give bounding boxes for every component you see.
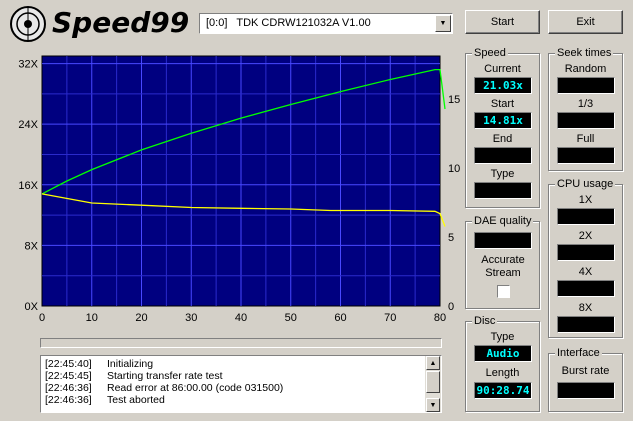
x-tick-label: 80 bbox=[434, 312, 446, 324]
cpu-usage-title: CPU usage bbox=[555, 178, 616, 190]
end-speed-display bbox=[474, 147, 532, 164]
y-left-tick-label: 8X bbox=[25, 240, 39, 252]
y-left-tick-label: 0X bbox=[25, 301, 39, 313]
log-message: Initializing bbox=[107, 358, 154, 370]
interface-group: Interface Burst rate bbox=[548, 347, 623, 412]
progress-bar bbox=[40, 338, 442, 348]
third-seek-label: 1/3 bbox=[577, 98, 594, 110]
dae-quality-display bbox=[474, 232, 532, 249]
log-message: Test aborted bbox=[107, 394, 165, 406]
y-left-tick-label: 24X bbox=[18, 119, 38, 131]
disc-type-display: Audio bbox=[474, 345, 532, 362]
cpu-4x-display bbox=[557, 280, 615, 297]
disc-length-display: 90:28.74 bbox=[474, 382, 532, 399]
disc-length-label: Length bbox=[485, 367, 520, 379]
x-tick-label: 50 bbox=[285, 312, 297, 324]
cpu-8x-display bbox=[557, 316, 615, 333]
log-message: Read error at 86:00.00 (code 031500) bbox=[107, 382, 284, 394]
x-tick-label: 30 bbox=[185, 312, 197, 324]
y-right-tick-label: 10 bbox=[448, 163, 460, 175]
y-left-tick-label: 32X bbox=[18, 59, 38, 71]
x-tick-label: 60 bbox=[334, 312, 346, 324]
accurate-stream-label: Accurate Stream bbox=[481, 254, 525, 279]
log-box[interactable]: [22:45:40] Initializing [22:45:45] Starting… bbox=[40, 355, 442, 413]
y-right-tick-label: 0 bbox=[448, 301, 454, 313]
x-tick-label: 20 bbox=[135, 312, 147, 324]
full-seek-label: Full bbox=[576, 133, 595, 145]
current-speed-display: 21.03x bbox=[474, 77, 532, 94]
seek-times-group: Seek times Random 1/3 Full bbox=[548, 47, 623, 171]
accurate-stream-checkbox[interactable] bbox=[497, 285, 510, 298]
cpu-1x-display bbox=[557, 208, 615, 225]
dae-quality-group: DAE quality Accurate Stream bbox=[465, 215, 540, 309]
drive-select-value: [0:0] TDK CDRW121032A V1.00 bbox=[206, 17, 371, 29]
type-display bbox=[474, 182, 532, 199]
log-message: Starting transfer rate test bbox=[107, 370, 223, 382]
speed-group-title: Speed bbox=[472, 47, 508, 59]
cpu-2x-display bbox=[557, 244, 615, 261]
type-label: Type bbox=[490, 168, 515, 180]
disc-title: Disc bbox=[472, 315, 498, 327]
end-speed-label: End bbox=[492, 133, 513, 145]
chevron-down-icon: ▼ bbox=[429, 401, 437, 409]
start-speed-display: 14.81x bbox=[474, 112, 532, 129]
third-seek-display bbox=[557, 112, 615, 129]
x-tick-label: 70 bbox=[384, 312, 396, 324]
x-tick-label: 10 bbox=[86, 312, 98, 324]
transfer-rate-chart: 0 10 20 30 40 50 60 70 80 0X 8X 16X 24X 32X 0 5 10 15 bbox=[18, 55, 460, 324]
interface-title: Interface bbox=[555, 347, 602, 359]
full-seek-display bbox=[557, 147, 615, 164]
random-seek-display bbox=[557, 77, 615, 94]
scroll-up-button[interactable]: ▲ bbox=[426, 356, 440, 370]
random-label: Random bbox=[564, 63, 607, 75]
dae-quality-title: DAE quality bbox=[472, 215, 534, 227]
cpu-8x-label: 8X bbox=[578, 302, 593, 314]
x-tick-label: 40 bbox=[235, 312, 247, 324]
burst-rate-label: Burst rate bbox=[561, 365, 610, 377]
log-entry: [22:46:36] Test aborted bbox=[45, 394, 283, 406]
disc-group: Disc Type Audio Length 90:28.74 bbox=[465, 315, 540, 412]
log-time: [22:46:36] bbox=[45, 382, 92, 394]
cpu-4x-label: 4X bbox=[578, 266, 593, 278]
start-button[interactable]: Start bbox=[465, 10, 540, 34]
scroll-thumb[interactable] bbox=[426, 371, 440, 393]
y-right-tick-label: 15 bbox=[448, 94, 460, 106]
disc-icon bbox=[10, 6, 46, 42]
log-time: [22:45:40] bbox=[45, 358, 92, 370]
log-scrollbar[interactable]: ▲ ▼ bbox=[425, 356, 441, 412]
log-entry: [22:45:45] Starting transfer rate test bbox=[45, 370, 283, 382]
seek-times-title: Seek times bbox=[555, 47, 614, 59]
exit-button[interactable]: Exit bbox=[548, 10, 623, 34]
log-entry: [22:45:40] Initializing bbox=[45, 358, 283, 370]
speed-group: Speed Current 21.03x Start 14.81x End Ty… bbox=[465, 47, 540, 208]
app-title: Speed99 bbox=[52, 6, 190, 39]
dropdown-button[interactable]: ▼ bbox=[435, 15, 451, 32]
app-logo bbox=[8, 4, 48, 44]
log-list: [22:45:40] Initializing [22:45:45] Starting… bbox=[45, 358, 283, 406]
y-right-tick-label: 5 bbox=[448, 232, 454, 244]
cpu-2x-label: 2X bbox=[578, 230, 593, 242]
log-time: [22:45:45] bbox=[45, 370, 92, 382]
scroll-down-button[interactable]: ▼ bbox=[426, 398, 440, 412]
drive-select[interactable]: [0:0] TDK CDRW121032A V1.00 ▼ bbox=[199, 13, 453, 34]
log-time: [22:46:36] bbox=[45, 394, 92, 406]
cpu-1x-label: 1X bbox=[578, 194, 593, 206]
burst-rate-display bbox=[557, 382, 615, 399]
x-tick-label: 0 bbox=[39, 312, 45, 324]
chevron-down-icon: ▼ bbox=[439, 20, 447, 27]
log-entry: [22:46:36] Read error at 86:00.00 (code 0… bbox=[45, 382, 283, 394]
cpu-usage-group: CPU usage 1X 2X 4X 8X bbox=[548, 178, 623, 338]
y-left-tick-label: 16X bbox=[18, 180, 38, 192]
start-speed-label: Start bbox=[490, 98, 515, 110]
chevron-up-icon: ▲ bbox=[429, 359, 437, 367]
disc-type-label: Type bbox=[490, 331, 515, 343]
current-label: Current bbox=[484, 63, 521, 75]
